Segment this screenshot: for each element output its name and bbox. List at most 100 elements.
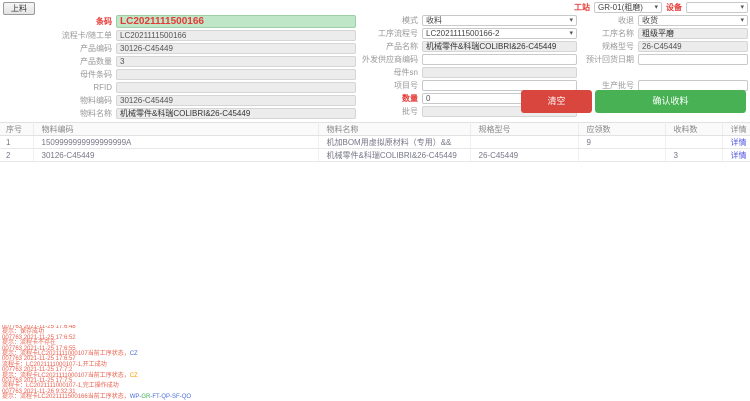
material-receive-page: 上料 工站 GR-01(粗磨) ▾ 设备 ▾ 条码 流程卡/随工单: [0, 0, 750, 401]
log-status-code: -FT-QP-SF-QO: [150, 394, 191, 400]
mode-label: 模式: [358, 15, 422, 26]
cell-received-qty: [665, 136, 722, 149]
device-select[interactable]: ▾: [686, 2, 748, 13]
station-select[interactable]: GR-01(粗磨) ▾: [594, 2, 662, 13]
materials-table: 序号 物料编码 物料名称 规格型号 应领数 收料数 详情 1 150999999…: [0, 122, 750, 162]
field-flow-card: 流程卡/随工单: [2, 29, 356, 42]
chevron-down-icon: ▾: [740, 17, 744, 24]
field-material-name: 物料名称: [2, 107, 356, 120]
field-spec-model: 规格型号: [580, 40, 748, 53]
material-name-input[interactable]: [116, 108, 356, 119]
spacer-row: [580, 66, 748, 79]
field-barcode: 条码: [2, 14, 356, 29]
chevron-down-icon: ▾: [569, 17, 573, 24]
cell-index: 2: [0, 149, 33, 162]
cell-due-qty: [578, 149, 665, 162]
flow-card-input[interactable]: [116, 30, 356, 41]
field-product-name: 产品名称: [358, 40, 577, 53]
table-row: 1 1509999999999999999A 机加BOM用虚拟原材料（专用）&&…: [0, 136, 750, 149]
product-qty-label: 产品数量: [2, 56, 116, 67]
process-flow-no-select[interactable]: LC2021111500166-2 ▾: [422, 28, 577, 39]
chevron-down-icon: ▾: [740, 4, 744, 11]
cell-spec-model: 26-C45449: [470, 149, 578, 162]
col-header-spec-model: 规格型号: [470, 123, 578, 136]
product-code-input[interactable]: [116, 43, 356, 54]
col-header-due-qty: 应领数: [578, 123, 665, 136]
confirm-receive-button[interactable]: 确认收料: [595, 90, 746, 113]
clear-button[interactable]: 清空: [521, 90, 592, 113]
field-receive-return: 收退 收货 ▾: [580, 14, 748, 27]
mode-select-value: 收料: [426, 15, 442, 26]
form-column-right: 收退 收货 ▾ 工序名称 规格型号 预计回货日期 生产批号: [580, 14, 748, 92]
station-select-value: GR-01(粗磨): [598, 2, 643, 13]
receive-return-label: 收退: [580, 15, 638, 26]
col-header-material-name: 物料名称: [318, 123, 470, 136]
cell-spec-model: [470, 136, 578, 149]
field-material-code: 物料编码: [2, 94, 356, 107]
rfid-input[interactable]: [116, 82, 356, 93]
field-process-name: 工序名称: [580, 27, 748, 40]
table-row: 2 30126-C45449 机械零件&科瑞COLIBRI&26-C45449 …: [0, 149, 750, 162]
cell-material-name: 机械零件&科瑞COLIBRI&26-C45449: [318, 149, 470, 162]
supplier-code-label: 外发供应商编码: [358, 54, 422, 65]
chevron-down-icon: ▾: [569, 30, 573, 37]
barcode-label: 条码: [2, 16, 116, 27]
log-line: 提示：流程卡LC2021111500166当前工序状态，WP-GR-FT-QP-…: [2, 395, 748, 400]
receive-form: 条码 流程卡/随工单 产品编码 产品数量 母件条码 RFID: [0, 14, 750, 122]
log-status-code: CZ: [130, 351, 138, 357]
process-flow-no-label: 工序流程号: [358, 28, 422, 39]
parent-sn-label: 母件sn: [358, 67, 422, 78]
expected-return-date-input[interactable]: [638, 54, 748, 65]
field-parent-sn: 母件sn: [358, 66, 577, 79]
project-no-label: 项目号: [358, 80, 422, 91]
field-product-code: 产品编码: [2, 42, 356, 55]
parent-sn-input[interactable]: [422, 67, 577, 78]
field-product-qty: 产品数量: [2, 55, 356, 68]
cell-material-code: 1509999999999999999A: [33, 136, 318, 149]
material-code-label: 物料编码: [2, 95, 116, 106]
mode-select[interactable]: 收料 ▾: [422, 15, 577, 26]
process-flow-no-select-value: LC2021111500166-2: [426, 29, 499, 38]
field-supplier-code: 外发供应商编码: [358, 53, 577, 66]
process-name-input[interactable]: [638, 28, 748, 39]
cell-index: 1: [0, 136, 33, 149]
supplier-code-input[interactable]: [422, 54, 577, 65]
spec-model-input[interactable]: [638, 41, 748, 52]
log-status-code: WP-: [130, 394, 142, 400]
cell-material-name: 机加BOM用虚拟原材料（专用）&&: [318, 136, 470, 149]
col-header-received-qty: 收料数: [665, 123, 722, 136]
receive-return-select-value: 收货: [642, 15, 658, 26]
log-status-code: CZ: [130, 373, 138, 379]
log-text: 提示：流程卡LC2021111500166当前工序状态，: [2, 394, 130, 400]
rfid-label: RFID: [2, 83, 116, 92]
top-right-controls: 工站 GR-01(粗磨) ▾ 设备 ▾: [574, 2, 748, 13]
field-rfid: RFID: [2, 81, 356, 94]
material-code-input[interactable]: [116, 95, 356, 106]
log-area: 007763 2021-11-25 17:6:48提示：保存成功007763 2…: [2, 325, 748, 401]
process-name-label: 工序名称: [580, 28, 638, 39]
station-label: 工站: [574, 2, 590, 13]
product-name-input[interactable]: [422, 41, 577, 52]
quantity-label: 数量: [358, 93, 422, 104]
spec-model-label: 规格型号: [580, 41, 638, 52]
form-column-left: 条码 流程卡/随工单 产品编码 产品数量 母件条码 RFID: [2, 14, 356, 120]
detail-link[interactable]: 详情: [731, 151, 747, 160]
field-parent-barcode: 母件条码: [2, 68, 356, 81]
parent-barcode-label: 母件条码: [2, 69, 116, 80]
top-bar: 上料 工站 GR-01(粗磨) ▾ 设备 ▾: [0, 0, 750, 15]
detail-link[interactable]: 详情: [731, 138, 747, 147]
barcode-input[interactable]: [116, 15, 356, 28]
product-name-label: 产品名称: [358, 41, 422, 52]
product-qty-input[interactable]: [116, 56, 356, 67]
device-label: 设备: [666, 2, 682, 13]
expected-return-date-label: 预计回货日期: [580, 54, 638, 65]
field-expected-return-date: 预计回货日期: [580, 53, 748, 66]
col-header-detail: 详情: [722, 123, 750, 136]
product-code-label: 产品编码: [2, 43, 116, 54]
parent-barcode-input[interactable]: [116, 69, 356, 80]
chevron-down-icon: ▾: [654, 4, 658, 11]
table-header-row: 序号 物料编码 物料名称 规格型号 应领数 收料数 详情: [0, 123, 750, 136]
cell-due-qty: 9: [578, 136, 665, 149]
material-name-label: 物料名称: [2, 108, 116, 119]
receive-return-select[interactable]: 收货 ▾: [638, 15, 748, 26]
